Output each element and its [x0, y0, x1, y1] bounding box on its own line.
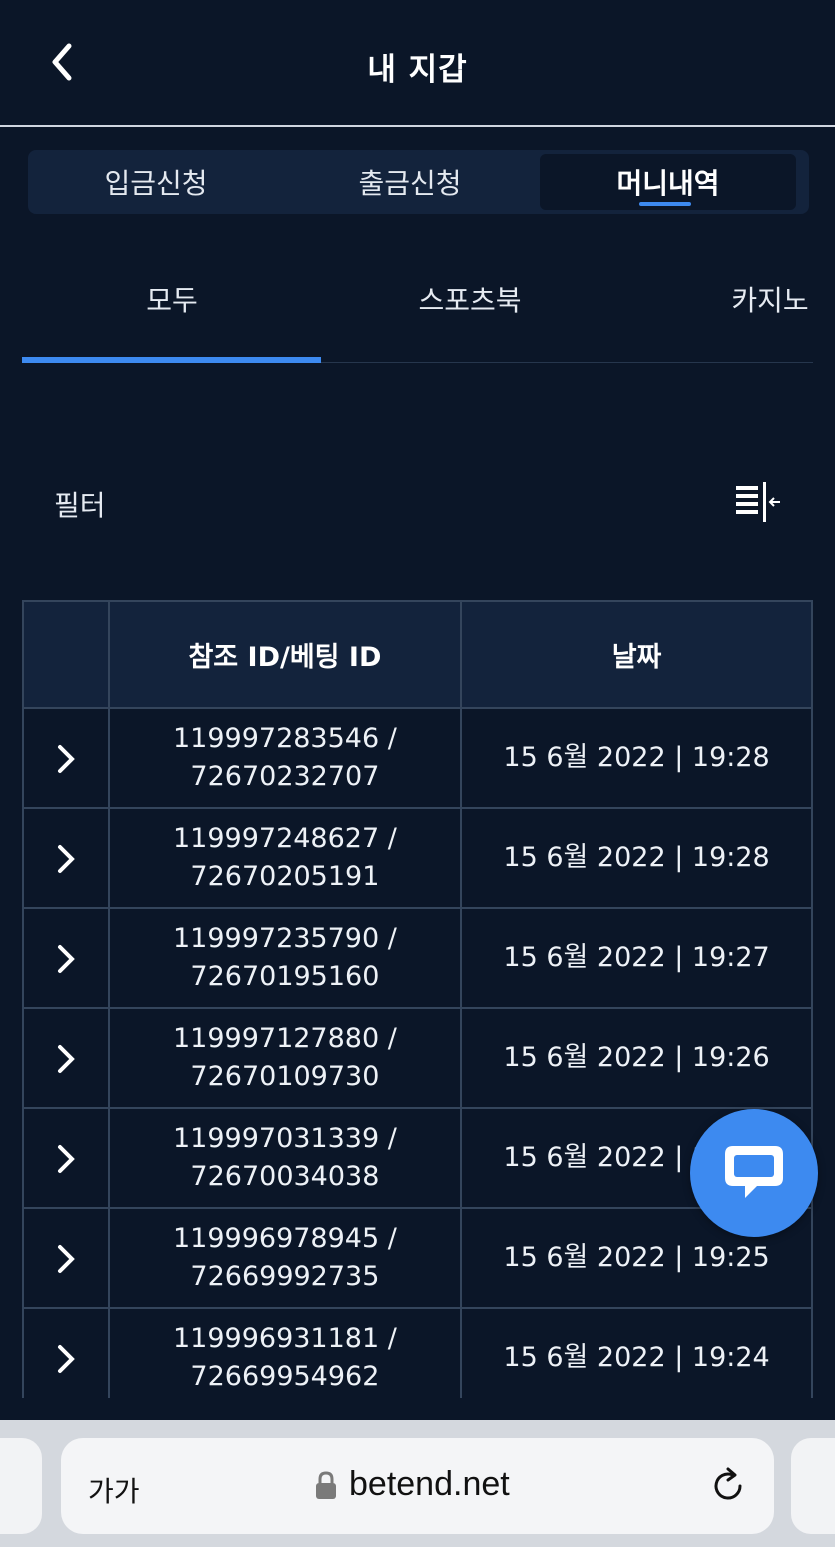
date-cell: 15 6월 2022 | 19:28 [460, 807, 813, 909]
date-cell: 15 6월 2022 | 19:26 [460, 1007, 813, 1109]
chevron-right-icon [57, 1144, 75, 1173]
chevron-right-icon [57, 1244, 75, 1273]
lock-icon [316, 1471, 336, 1499]
reference-cell: 119997127880 / 72670109730 [107, 1007, 463, 1109]
table-row[interactable]: 119997248627 / 72670205191 15 6월 2022 | 1… [22, 807, 813, 909]
bet-id: 72669992735 [190, 1261, 380, 1292]
expand-cell[interactable] [22, 1107, 110, 1209]
reference-id: 119997283546 / [173, 723, 397, 754]
live-chat-button[interactable] [690, 1109, 818, 1237]
bet-id: 72670205191 [190, 861, 380, 892]
reference-cell: 119997283546 / 72670232707 [107, 707, 463, 809]
reference-id: 119997031339 / [173, 1123, 397, 1154]
reference-cell: 119997248627 / 72670205191 [107, 807, 463, 909]
date-cell: 15 6월 2022 | 19:24 [460, 1307, 813, 1398]
bet-id: 72670109730 [190, 1061, 380, 1092]
reference-id: 119996978945 / [173, 1223, 397, 1254]
table-row[interactable]: 119996931181 / 72669954962 15 6월 2022 | 1… [22, 1307, 813, 1398]
browser-toolbar: 가가 betend.net [0, 1420, 835, 1547]
reference-id: 119997127880 / [173, 1023, 397, 1054]
header-reference-id: 참조 ID/베팅 ID [107, 600, 463, 709]
table-row[interactable]: 119997283546 / 72670232707 15 6월 2022 | 1… [22, 707, 813, 809]
date-cell: 15 6월 2022 | 19:28 [460, 707, 813, 809]
reference-id: 119997235790 / [173, 923, 397, 954]
bet-id: 72670232707 [190, 761, 380, 792]
chevron-right-icon [57, 844, 75, 873]
header-expand [22, 600, 110, 709]
bet-id: 72670195160 [190, 961, 380, 992]
chevron-right-icon [57, 1044, 75, 1073]
bet-id: 72669954962 [190, 1361, 380, 1392]
url-text: betend.net [349, 1465, 510, 1503]
reference-id: 119997248627 / [173, 823, 397, 854]
expand-cell[interactable] [22, 807, 110, 909]
chevron-right-icon [57, 744, 75, 773]
next-tab-preview[interactable] [791, 1438, 835, 1534]
table-row[interactable]: 119996978945 /72669992735 15 6월 2022 | 1… [22, 1207, 813, 1309]
bet-id: 72670034038 [190, 1161, 380, 1192]
reference-cell: 119997031339 / 72670034038 [107, 1107, 463, 1209]
expand-cell[interactable] [22, 907, 110, 1009]
chevron-right-icon [57, 944, 75, 973]
table-row[interactable]: 119997235790 / 72670195160 15 6월 2022 | 1… [22, 907, 813, 1009]
date-cell: 15 6월 2022 | 19:27 [460, 907, 813, 1009]
text-size-button[interactable]: 가가 [88, 1470, 140, 1510]
chat-bubble-icon [725, 1146, 783, 1198]
previous-tab-preview[interactable] [0, 1438, 42, 1534]
expand-cell[interactable] [22, 1207, 110, 1309]
money-history-table: 참조 ID/베팅 ID 날짜 119997283546 / 72670232707… [22, 600, 813, 1398]
reference-id: 119996931181 / [173, 1323, 397, 1354]
reload-icon[interactable] [708, 1466, 748, 1506]
expand-cell[interactable] [22, 707, 110, 809]
reference-cell: 119996931181 / 72669954962 [107, 1307, 463, 1398]
header-date: 날짜 [460, 600, 813, 709]
chevron-right-icon [57, 1344, 75, 1373]
table-header-row: 참조 ID/베팅 ID 날짜 [22, 600, 813, 709]
address-bar[interactable]: 가가 betend.net [61, 1438, 774, 1534]
table-row[interactable]: 119997127880 / 72670109730 15 6월 2022 | 1… [22, 1007, 813, 1109]
reference-cell: 119996978945 / 72669992735 [107, 1207, 463, 1309]
expand-cell[interactable] [22, 1307, 110, 1398]
reference-cell: 119997235790 / 72670195160 [107, 907, 463, 1009]
expand-cell[interactable] [22, 1007, 110, 1109]
